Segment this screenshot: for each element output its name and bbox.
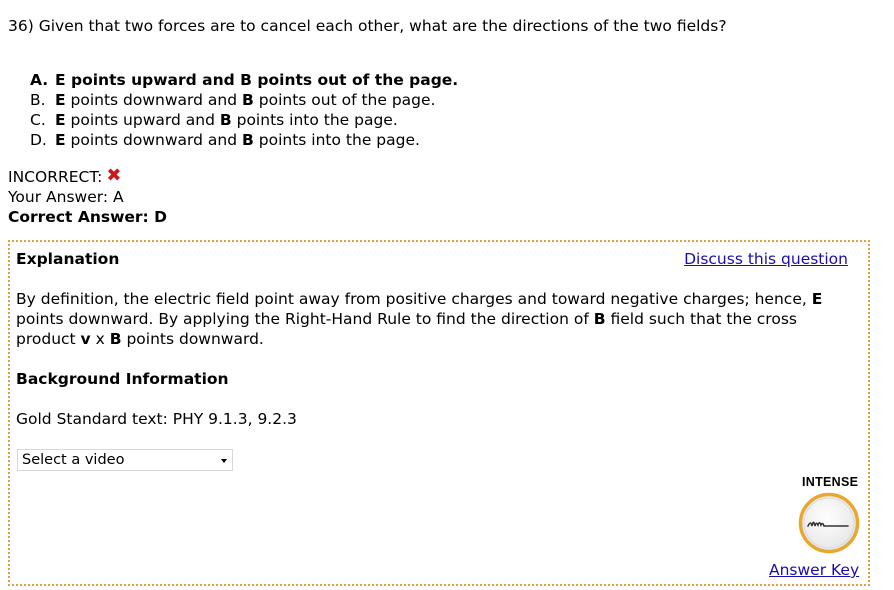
intense-label: INTENSE (802, 475, 859, 489)
answer-choices: A. E points upward and B points out of th… (30, 70, 458, 150)
choice-text: points into the page. (253, 131, 420, 149)
explanation-bold-e: E (811, 290, 823, 308)
explanation-bold-b: B (593, 310, 606, 328)
your-answer: Your Answer: A (8, 188, 124, 206)
explanation-part: points downward. (121, 330, 264, 348)
choice-text: points out of the page. (253, 91, 436, 109)
choice-text: points into the page. (231, 111, 398, 129)
video-select[interactable]: Select a video (17, 449, 233, 471)
explanation-bold-b: B (109, 330, 122, 348)
choice-text: points downward and (65, 91, 243, 109)
choice-text: points upward and (65, 111, 220, 129)
result-status: INCORRECT: ✖ (8, 167, 167, 187)
choice-field-e: E (55, 91, 66, 109)
discuss-question-link[interactable]: Discuss this question (684, 249, 848, 269)
explanation-part: points downward. By applying the Right-H… (16, 310, 594, 328)
video-select-value: Select a video (22, 452, 125, 468)
explanation-part: x (90, 330, 110, 348)
choice-text: points out of the page. (251, 71, 459, 89)
choice-text: points upward and (65, 71, 241, 89)
choice-letter: D. (30, 131, 47, 149)
choice-field-e: E (55, 131, 66, 149)
correct-answer: Correct Answer: D (8, 208, 168, 226)
result-block: INCORRECT: ✖ Your Answer: A Correct Answe… (8, 167, 167, 227)
choice-field-b: B (242, 131, 254, 149)
explanation-part: By definition, the electric field point … (16, 290, 812, 308)
background-info-title: Background Information (16, 370, 229, 388)
choice-letter: C. (30, 111, 46, 129)
choice-d[interactable]: D. E points downward and B points into th… (30, 130, 458, 150)
gold-standard-text: Gold Standard text: PHY 9.1.3, 9.2.3 (16, 410, 297, 428)
choice-letter: B. (30, 91, 46, 109)
chevron-down-icon (221, 459, 227, 463)
choice-a[interactable]: A. E points upward and B points out of th… (30, 70, 458, 90)
choice-letter: A. (30, 71, 49, 89)
choice-text: points downward and (65, 131, 243, 149)
explanation-text: By definition, the electric field point … (16, 289, 826, 349)
status-label: INCORRECT: (8, 168, 103, 186)
explanation-panel: Explanation Discuss this question By def… (8, 240, 870, 586)
choice-b[interactable]: B. E points downward and B points out of … (30, 90, 458, 110)
choice-field-b: B (242, 91, 254, 109)
explanation-bold-v: v (80, 330, 91, 348)
answer-key-link[interactable]: Answer Key (769, 560, 859, 580)
choice-field-b: B (240, 71, 252, 89)
choice-field-e: E (55, 111, 66, 129)
question-text: 36) Given that two forces are to cancel … (8, 17, 727, 35)
choice-c[interactable]: C. E points upward and B points into the … (30, 110, 458, 130)
choice-field-b: B (219, 111, 232, 129)
explanation-title: Explanation (16, 250, 120, 268)
choice-field-e: E (55, 71, 66, 89)
intensity-gauge-icon (798, 492, 860, 554)
x-mark-icon: ✖ (106, 165, 122, 186)
